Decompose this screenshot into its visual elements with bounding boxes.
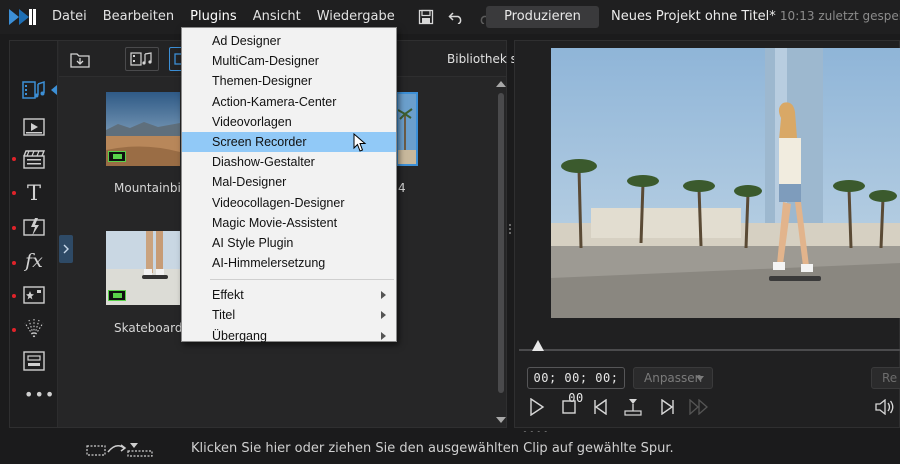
video-clip-badge — [108, 151, 126, 162]
scroll-up-arrow[interactable] — [496, 81, 506, 87]
more-rooms-icon[interactable]: ••• — [24, 385, 55, 404]
fast-forward-icon[interactable] — [689, 397, 709, 417]
plugins-menu: Ad Designer MultiCam-Designer Themen-Des… — [181, 27, 397, 343]
timecode-display[interactable]: 00; 00; 00; 00 — [527, 367, 625, 405]
fit-dropdown-label: Anpassen — [644, 371, 703, 385]
clapper-room-icon[interactable] — [22, 147, 46, 171]
chevron-down-icon — [696, 376, 704, 381]
particle-room-icon[interactable] — [22, 316, 46, 340]
menu-bar: Datei Bearbeiten Plugins Ansicht Wiederg… — [0, 0, 900, 34]
transition-room-icon[interactable] — [22, 215, 46, 239]
menu-item-themen-designer[interactable]: Themen-Designer — [182, 71, 396, 91]
expand-panel-button[interactable] — [59, 235, 73, 263]
scroll-thumb[interactable] — [498, 93, 504, 393]
volume-icon[interactable] — [875, 397, 895, 417]
previous-frame-icon[interactable] — [591, 397, 611, 417]
submenu-label: Übergang — [212, 328, 267, 343]
next-frame-icon[interactable] — [657, 397, 677, 417]
project-title: Neues Projekt ohne Titel* 10:13 zuletzt … — [611, 9, 900, 24]
menu-item-ai-himmelersetzung[interactable]: AI-Himmelersetzung — [182, 253, 396, 273]
effect-room-icon[interactable]: fx — [22, 249, 46, 273]
stop-icon[interactable] — [559, 397, 579, 417]
chevron-right-icon — [381, 311, 386, 320]
submenu-label: Titel — [212, 308, 236, 323]
app-logo — [0, 0, 44, 34]
menu-item-mal-designer[interactable]: Mal-Designer — [182, 172, 396, 192]
room-rail: T fx ••• — [10, 41, 58, 427]
clip-label: 4 — [398, 181, 406, 195]
menu-item-videocollagen-designer[interactable]: Videocollagen-Designer — [182, 193, 396, 213]
media-filter-button[interactable] — [125, 47, 159, 71]
produce-button[interactable]: Produzieren — [486, 6, 599, 28]
marker-dot — [12, 157, 16, 161]
project-name: Neues Projekt ohne Titel* — [611, 9, 776, 24]
resolution-button[interactable]: Re — [871, 367, 900, 389]
clip-label: Skateboard — [114, 321, 183, 335]
menu-datei[interactable]: Datei — [44, 0, 95, 34]
panel-splitter[interactable] — [509, 224, 512, 238]
preview-panel: 00; 00; 00; 00 Anpassen Re — [514, 40, 900, 428]
import-media-icon[interactable] — [69, 47, 91, 71]
chapter-room-icon[interactable] — [22, 349, 46, 373]
library-scrollbar[interactable] — [496, 79, 506, 425]
marker-dot — [12, 294, 16, 298]
insert-clip-icon[interactable] — [86, 440, 156, 462]
scroll-down-arrow[interactable] — [496, 417, 506, 423]
video-preview — [551, 48, 900, 318]
marker-dot — [12, 328, 16, 332]
clip-thumbnail-skateboard[interactable] — [106, 231, 180, 305]
marker-dot — [12, 261, 16, 265]
menu-item-ad-designer[interactable]: Ad Designer — [182, 31, 396, 51]
submenu-titel[interactable]: Titel — [182, 305, 396, 325]
menu-item-multicam-designer[interactable]: MultiCam-Designer — [182, 51, 396, 71]
fit-dropdown[interactable]: Anpassen — [633, 367, 713, 389]
playhead-marker[interactable] — [532, 340, 544, 351]
submenu-label: Effekt — [212, 288, 244, 303]
menu-item-action-kamera-center[interactable]: Action-Kamera-Center — [182, 92, 396, 112]
rail-active-arrow — [51, 85, 57, 95]
chevron-right-icon — [381, 291, 386, 300]
status-message: Klicken Sie hier oder ziehen Sie den aus… — [191, 441, 674, 456]
preview-timeline[interactable] — [519, 349, 900, 351]
undo-icon[interactable] — [447, 8, 465, 26]
menu-bearbeiten[interactable]: Bearbeiten — [95, 0, 182, 34]
marker-dot — [12, 226, 16, 230]
video-room-icon[interactable] — [22, 115, 46, 139]
status-bar: Klicken Sie hier oder ziehen Sie den aus… — [0, 432, 900, 464]
pip-room-icon[interactable] — [22, 283, 46, 307]
chevron-right-icon — [381, 331, 386, 340]
menu-item-videovorlagen[interactable]: Videovorlagen — [182, 112, 396, 132]
menu-item-ai-style-plugin[interactable]: AI Style Plugin — [182, 233, 396, 253]
last-saved-info: 10:13 zuletzt gespeiche... — [779, 9, 900, 23]
media-room-icon[interactable] — [22, 79, 46, 103]
play-icon[interactable] — [527, 397, 547, 417]
marker-dot — [12, 191, 16, 195]
mouse-cursor-icon — [353, 132, 367, 153]
title-room-icon[interactable]: T — [22, 181, 46, 205]
save-icon[interactable] — [417, 8, 435, 26]
menu-separator — [210, 279, 394, 281]
clip-label: Mountainbik — [114, 181, 188, 195]
submenu-effekt[interactable]: Effekt — [182, 285, 396, 305]
clip-thumbnail-palms[interactable] — [396, 92, 418, 166]
clip-thumbnail-mountainbike[interactable] — [106, 92, 180, 166]
video-clip-badge — [108, 290, 126, 301]
menu-item-diashow-gestalter[interactable]: Diashow-Gestalter — [182, 152, 396, 172]
menu-item-magic-movie-assistent[interactable]: Magic Movie-Assistent — [182, 213, 396, 233]
submenu-uebergang[interactable]: Übergang — [182, 326, 396, 346]
split-icon[interactable] — [623, 397, 643, 417]
